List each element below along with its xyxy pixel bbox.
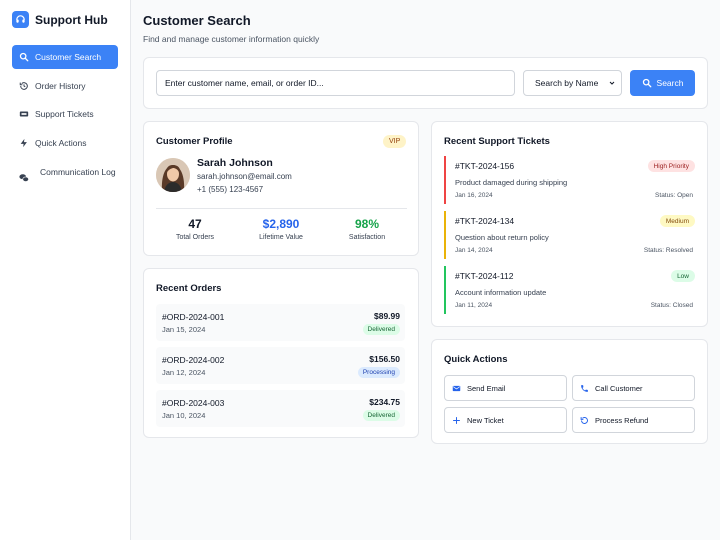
stat-value: $2,890: [262, 217, 300, 231]
sidebar-item-order-history[interactable]: Order History: [12, 74, 118, 98]
order-id: #ORD-2024-002: [162, 355, 225, 365]
sidebar: Support Hub Customer Search Order Histor…: [0, 0, 131, 540]
order-amount: $156.50: [369, 354, 400, 364]
ticket-status: Status: Resolved: [643, 247, 693, 254]
search-button-label: Search: [656, 78, 684, 88]
order-date: Jan 10, 2024: [162, 411, 206, 420]
ticket-status: Status: Closed: [650, 302, 693, 309]
sidebar-item-communication-log[interactable]: Communication Log: [12, 162, 118, 192]
sidebar-item-label: Order History: [35, 81, 86, 91]
process-refund-button[interactable]: Process Refund: [572, 407, 695, 433]
history-icon: [19, 81, 29, 91]
mail-icon: [452, 384, 461, 393]
priority-badge: High Priority: [647, 160, 695, 172]
call-customer-button[interactable]: Call Customer: [572, 375, 695, 401]
page-title: Customer Search: [143, 13, 251, 28]
sidebar-item-support-tickets[interactable]: Support Tickets: [12, 102, 118, 126]
customer-email: sarah.johnson@email.com: [197, 172, 292, 181]
order-row[interactable]: #ORD-2024-002 Jan 12, 2024 $156.50 Proce…: [156, 347, 405, 384]
chevron-down-icon: [608, 79, 616, 89]
phone-icon: [580, 384, 589, 393]
stat-lifetime-value: $2,890 Lifetime Value: [241, 217, 321, 241]
order-id: #ORD-2024-003: [162, 398, 225, 408]
search-input[interactable]: [156, 70, 515, 96]
sidebar-item-label: Customer Search: [35, 52, 102, 62]
ticket-id: #TKT-2024-156: [455, 161, 515, 171]
ticket-description: Question about return policy: [455, 233, 549, 242]
ticket-date: Jan 11, 2024: [455, 302, 493, 309]
avatar: [156, 158, 190, 192]
order-status-badge: Delivered: [362, 324, 400, 335]
ticket-date: Jan 16, 2024: [455, 192, 493, 199]
vip-badge: VIP: [383, 135, 407, 148]
stat-label: Lifetime Value: [259, 234, 303, 241]
process-refund-label: Process Refund: [595, 415, 649, 425]
sidebar-item-label: Communication Log: [40, 167, 116, 177]
recent-orders-title: Recent Orders: [156, 283, 222, 294]
order-row[interactable]: #ORD-2024-001 Jan 15, 2024 $89.99 Delive…: [156, 304, 405, 341]
sidebar-item-quick-actions[interactable]: Quick Actions: [12, 131, 118, 155]
stat-satisfaction: 98% Satisfaction: [327, 217, 407, 241]
ticket-item[interactable]: #TKT-2024-112 Low Account information up…: [444, 266, 695, 314]
headset-icon: [12, 11, 29, 28]
support-tickets-title: Recent Support Tickets: [444, 136, 550, 147]
app-name: Support Hub: [35, 12, 108, 27]
order-amount: $89.99: [374, 311, 400, 321]
customer-profile-title: Customer Profile: [156, 136, 233, 147]
send-email-label: Send Email: [467, 383, 506, 393]
ticket-item[interactable]: #TKT-2024-156 High Priority Product dama…: [444, 156, 695, 204]
priority-badge: Low: [671, 270, 695, 282]
stat-label: Total Orders: [175, 234, 215, 241]
order-date: Jan 15, 2024: [162, 325, 206, 334]
ticket-item[interactable]: #TKT-2024-134 Medium Question about retu…: [444, 211, 695, 259]
stat-label: Satisfaction: [348, 234, 386, 241]
ticket-status: Status: Open: [655, 192, 693, 199]
brand: Support Hub: [12, 11, 108, 28]
ticket-date: Jan 14, 2024: [455, 247, 493, 254]
send-email-button[interactable]: Send Email: [444, 375, 567, 401]
search-mode-select[interactable]: Search by Name: [523, 70, 622, 96]
quick-actions-title: Quick Actions: [444, 354, 508, 365]
ticket-id: #TKT-2024-112: [455, 271, 514, 281]
order-status-badge: Processing: [357, 367, 400, 378]
chat-icon: [19, 173, 29, 183]
search-icon: [642, 78, 652, 88]
ticket-icon: [19, 109, 29, 119]
sidebar-item-label: Quick Actions: [35, 138, 87, 148]
ticket-description: Account information update: [455, 288, 547, 297]
customer-name: Sarah Johnson: [197, 157, 273, 169]
search-mode-value: Search by Name: [535, 78, 599, 88]
stat-value: 47: [188, 217, 202, 231]
stat-value: 98%: [354, 217, 380, 231]
order-amount: $234.75: [369, 397, 400, 407]
page-subtitle: Find and manage customer information qui…: [143, 34, 320, 44]
order-status-badge: Delivered: [362, 410, 400, 421]
call-customer-label: Call Customer: [595, 383, 643, 393]
sidebar-item-label: Support Tickets: [35, 109, 94, 119]
new-ticket-button[interactable]: New Ticket: [444, 407, 567, 433]
new-ticket-label: New Ticket: [467, 415, 504, 425]
search-icon: [19, 52, 29, 62]
order-row[interactable]: #ORD-2024-003 Jan 10, 2024 $234.75 Deliv…: [156, 390, 405, 427]
ticket-id: #TKT-2024-134: [455, 216, 515, 226]
sidebar-item-customer-search[interactable]: Customer Search: [12, 45, 118, 69]
stat-total-orders: 47 Total Orders: [155, 217, 235, 241]
refund-icon: [580, 416, 589, 425]
search-button[interactable]: Search: [630, 70, 695, 96]
bolt-icon: [19, 138, 29, 148]
order-id: #ORD-2024-001: [162, 312, 225, 322]
customer-phone: +1 (555) 123-4567: [197, 185, 264, 194]
ticket-description: Product damaged during shipping: [455, 178, 568, 187]
priority-badge: Medium: [659, 215, 695, 227]
order-date: Jan 12, 2024: [162, 368, 206, 377]
plus-icon: [452, 416, 461, 425]
divider: [156, 208, 407, 209]
